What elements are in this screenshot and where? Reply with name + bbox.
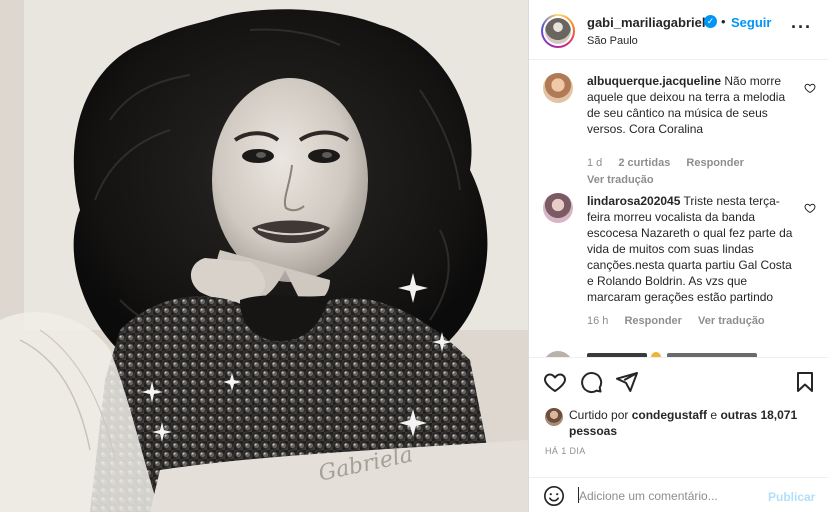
portrait-photo	[0, 0, 528, 512]
post-actions: Curtido por condegustaff e outras 18,071…	[529, 357, 828, 477]
publish-button[interactable]: Publicar	[768, 490, 815, 504]
comment-bubble-icon[interactable]	[579, 370, 603, 394]
comments-list[interactable]: albuquerque.jacqueline Não morre aquele …	[529, 61, 828, 357]
post-time-ago[interactable]: HÁ 1 DIA	[545, 446, 586, 456]
liker-avatar[interactable]	[545, 408, 563, 426]
post-header: gabi_mariliagabriela ✓ • Seguir São Paul…	[529, 0, 828, 60]
comment-username[interactable]: lindarosa202045	[587, 194, 680, 208]
comment-translate-button[interactable]: Ver tradução	[698, 315, 765, 327]
emoji-smiley-icon[interactable]	[543, 485, 565, 507]
likes-connector: e	[710, 408, 718, 422]
post-location[interactable]: São Paulo	[587, 35, 638, 47]
share-paper-plane-icon[interactable]	[615, 370, 639, 394]
comment-reply-button[interactable]: Responder	[686, 157, 743, 169]
comment-like-heart-icon[interactable]	[804, 202, 816, 214]
author-avatar[interactable]	[541, 14, 575, 48]
header-separator: •	[721, 14, 726, 29]
comment-body: lindarosa202045 Triste nesta terça-feira…	[587, 193, 797, 305]
comment-text: Triste nesta terça-feira morreu vocalist…	[587, 194, 793, 304]
comment-meta: 1 d 2 curtidas Responder	[587, 157, 757, 169]
comment-meta: 16 h Responder Ver tradução	[587, 315, 778, 327]
save-bookmark-icon[interactable]	[793, 370, 817, 394]
likes-summary: Curtido por condegustaff e outras 18,071…	[569, 407, 819, 439]
comment-time[interactable]: 1 d	[587, 157, 602, 169]
comment-reply-button[interactable]: Responder	[624, 315, 681, 327]
comment-body: albuquerque.jacqueline Não morre aquele …	[587, 73, 797, 137]
comment-like-heart-icon[interactable]	[804, 82, 816, 94]
comment-time[interactable]: 16 h	[587, 315, 608, 327]
more-options-icon[interactable]: ···	[791, 18, 811, 38]
comment-input[interactable]	[579, 485, 759, 507]
verified-badge-icon: ✓	[704, 15, 717, 28]
comment-translate-button[interactable]: Ver tradução	[587, 174, 654, 186]
comment-composer: Publicar	[529, 477, 828, 512]
comment-avatar[interactable]	[543, 193, 573, 223]
author-username[interactable]: gabi_mariliagabriela	[587, 15, 713, 30]
comment-avatar[interactable]	[543, 73, 573, 103]
post-photo[interactable]: Gabriela	[0, 0, 528, 512]
comment-likes-count[interactable]: 2 curtidas	[618, 157, 670, 169]
post-side-panel: gabi_mariliagabriela ✓ • Seguir São Paul…	[528, 0, 828, 512]
comment-username[interactable]: albuquerque.jacqueline	[587, 74, 721, 88]
like-heart-icon[interactable]	[543, 370, 567, 394]
likes-prefix: Curtido por	[569, 408, 629, 422]
follow-button[interactable]: Seguir	[731, 15, 771, 30]
liker-username[interactable]: condegustaff	[632, 408, 707, 422]
